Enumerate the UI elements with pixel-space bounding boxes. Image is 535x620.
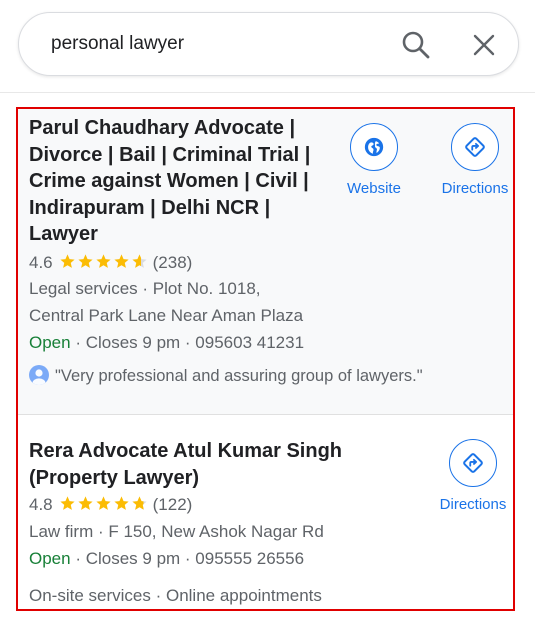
review-snippet: "Very professional and assuring group of… xyxy=(29,365,423,386)
search-header: personal lawyer xyxy=(0,0,535,92)
star-rating xyxy=(59,495,149,517)
search-icon[interactable] xyxy=(401,30,431,60)
directions-icon xyxy=(463,453,483,473)
star-icon xyxy=(96,496,111,510)
rating-row: 4.6 (238) xyxy=(29,253,192,275)
open-status: Open xyxy=(29,549,71,568)
star-icon xyxy=(60,254,75,268)
search-box[interactable]: personal lawyer xyxy=(18,12,519,76)
result-title-line: Parul Chaudhary Advocate | xyxy=(29,117,296,139)
star-icon xyxy=(132,254,147,268)
directions-icon xyxy=(465,137,485,157)
search-input[interactable]: personal lawyer xyxy=(51,33,184,55)
results-list: Parul Chaudhary Advocate | Divorce | Bai… xyxy=(0,92,535,620)
star-icon xyxy=(132,496,147,510)
result-title-line: Divorce | Bail | Criminal Trial | xyxy=(29,143,311,166)
result-title[interactable]: Parul Chaudhary Advocate | Divorce | Bai… xyxy=(29,115,310,248)
star-icon xyxy=(96,254,111,268)
review-count[interactable]: (122) xyxy=(153,495,193,514)
star-rating xyxy=(59,253,149,275)
result-title-line: Rera Advocate Atul Kumar Singh xyxy=(29,440,343,462)
category-address: Legal services · Plot No. 1018, xyxy=(29,279,261,298)
directions-label[interactable]: Directions xyxy=(430,180,520,197)
address-continued: Central Park Lane Near Aman Plaza xyxy=(29,306,304,325)
directions-button[interactable]: Directions xyxy=(430,123,520,197)
result-card[interactable]: Rera Advocate Atul Kumar Singh (Property… xyxy=(18,415,514,613)
star-icon xyxy=(78,254,93,268)
rating-value: 4.8 xyxy=(29,495,53,514)
result-title-line: Indirapuram | Delhi NCR | xyxy=(29,196,271,219)
service-options: On-site services · Online appointments xyxy=(29,586,322,605)
rating-row: 4.8 (122) xyxy=(29,495,192,517)
result-title-line: Lawyer xyxy=(29,223,98,245)
star-icon xyxy=(60,496,75,510)
hours-phone: · Closes 9 pm · 095603 41231 xyxy=(75,333,305,352)
category-address: Law firm · F 150, New Ashok Nagar Rd xyxy=(29,522,324,541)
result-title-line: (Property Lawyer) xyxy=(29,466,200,489)
star-icon xyxy=(114,254,129,268)
directions-icon-circle[interactable] xyxy=(451,123,499,171)
website-label[interactable]: Website xyxy=(329,180,419,197)
directions-icon-circle[interactable] xyxy=(449,439,497,487)
result-title[interactable]: Rera Advocate Atul Kumar Singh (Property… xyxy=(29,438,342,491)
rating-value: 4.6 xyxy=(29,253,53,272)
star-icon xyxy=(78,496,93,510)
hours-row: Open · Closes 9 pm · 095603 41231 xyxy=(29,333,304,353)
result-title-line: Crime against Women | Civil | xyxy=(29,170,309,192)
directions-label[interactable]: Directions xyxy=(428,496,518,513)
star-icon xyxy=(114,496,129,510)
globe-icon xyxy=(364,137,384,157)
close-icon[interactable] xyxy=(471,32,497,58)
review-quote: "Very professional and assuring group of… xyxy=(55,367,423,385)
website-icon-circle[interactable] xyxy=(350,123,398,171)
hours-phone: · Closes 9 pm · 095555 26556 xyxy=(75,549,305,568)
review-count[interactable]: (238) xyxy=(153,253,193,272)
website-button[interactable]: Website xyxy=(329,123,419,197)
directions-button[interactable]: Directions xyxy=(428,439,518,513)
hours-row: Open · Closes 9 pm · 095555 26556 xyxy=(29,549,304,569)
avatar xyxy=(29,365,49,385)
open-status: Open xyxy=(29,333,71,352)
result-card[interactable]: Parul Chaudhary Advocate | Divorce | Bai… xyxy=(18,109,514,415)
